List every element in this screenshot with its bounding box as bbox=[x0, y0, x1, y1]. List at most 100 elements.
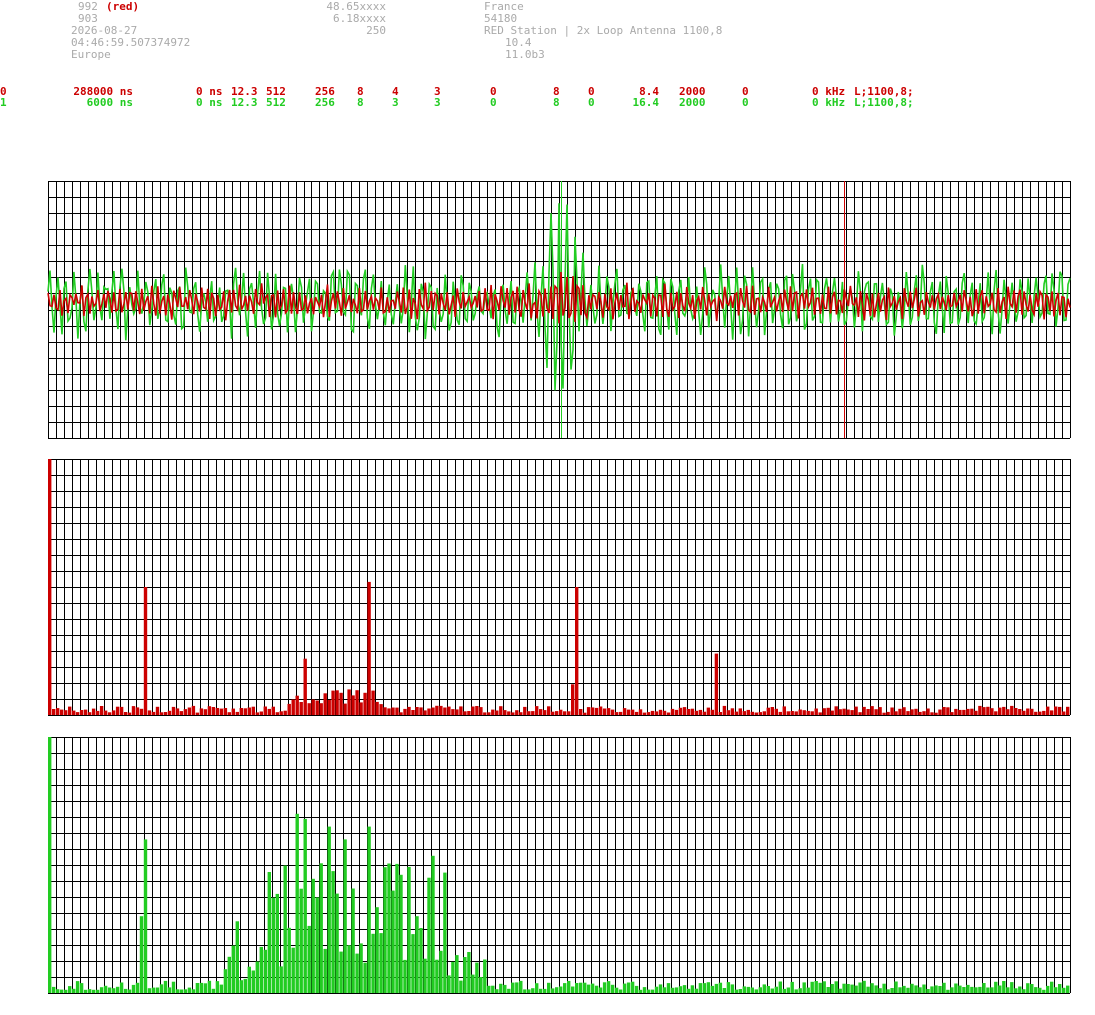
spectrum-bar bbox=[942, 982, 946, 993]
spectrum-bar bbox=[1066, 706, 1070, 715]
spectrum-bar bbox=[56, 989, 60, 993]
spectrum-bar bbox=[575, 983, 579, 993]
spectrum-bar bbox=[95, 989, 100, 993]
spectrum-bar bbox=[806, 987, 810, 993]
spectrum-bar bbox=[315, 700, 319, 715]
spectrum-bar bbox=[579, 982, 583, 993]
spectrum-bar bbox=[898, 708, 902, 715]
spectrum-bar bbox=[970, 986, 974, 993]
spectrum-bar bbox=[762, 711, 766, 715]
spectrum-bar bbox=[195, 983, 200, 993]
spectrum-bar bbox=[347, 945, 351, 993]
spectrum-bar bbox=[311, 878, 315, 993]
spectrum-bar bbox=[930, 986, 934, 993]
spectrum-bar bbox=[515, 982, 519, 993]
spectrum-bar bbox=[68, 986, 72, 993]
spectrum-bar bbox=[275, 712, 279, 715]
spectrum-bar bbox=[355, 690, 359, 715]
spectrum-bar bbox=[882, 712, 886, 715]
spectrum-bar bbox=[738, 708, 742, 715]
spectrum-bar bbox=[906, 711, 910, 715]
spectrum-bar bbox=[1038, 987, 1042, 993]
spectrum-bar bbox=[1042, 710, 1046, 715]
spectrum-bar bbox=[826, 707, 830, 715]
spectrum-bar bbox=[854, 985, 858, 993]
spectrum-bar bbox=[710, 985, 715, 993]
spectrum-bar bbox=[722, 705, 727, 715]
spectrum-bar bbox=[255, 961, 259, 993]
spectrum-bar bbox=[451, 709, 455, 715]
spectrum-bar bbox=[694, 710, 699, 715]
spectrum-bar bbox=[1062, 711, 1066, 715]
spectrum-bar bbox=[974, 987, 978, 993]
spectrum-bar bbox=[770, 988, 774, 993]
spectrum-bar bbox=[1030, 984, 1034, 993]
spectrum-bar bbox=[295, 813, 299, 993]
spectrum-bar bbox=[459, 980, 463, 993]
spectrum-bar bbox=[786, 987, 790, 993]
spectrum-bar bbox=[263, 706, 267, 715]
spectrum-bar bbox=[191, 705, 196, 715]
spectrum-bar bbox=[1002, 706, 1006, 715]
spectrum-bar bbox=[243, 978, 247, 993]
spectrum-bar bbox=[678, 707, 683, 715]
spectrum-bar bbox=[1046, 706, 1050, 715]
spectrum-bar bbox=[291, 699, 295, 715]
spectrum-bar bbox=[563, 983, 567, 993]
spectrum-bar bbox=[79, 710, 84, 715]
spectrum-bar bbox=[594, 707, 599, 715]
spectrum-bar bbox=[586, 984, 591, 993]
spectrum-bar bbox=[690, 708, 695, 715]
spectrum-bar bbox=[630, 981, 635, 993]
spectrum-bar bbox=[638, 989, 643, 993]
spectrum-bar bbox=[1054, 706, 1058, 715]
spectrum-bar bbox=[131, 984, 136, 993]
spectrum-bar bbox=[375, 907, 379, 993]
spectrum-bar bbox=[495, 989, 499, 993]
spectrum-bar bbox=[447, 706, 451, 715]
spectrum-bar bbox=[814, 981, 818, 993]
spectrum-bar bbox=[491, 985, 495, 993]
spectrum-bar bbox=[734, 989, 739, 993]
spectrum-bar bbox=[359, 943, 363, 993]
spectrum-bar bbox=[75, 712, 80, 715]
spectrum-bar bbox=[423, 710, 427, 715]
spectrum-bar bbox=[379, 704, 383, 715]
spectrum-bar bbox=[515, 710, 519, 715]
spectrum-bar bbox=[1046, 985, 1050, 993]
spectrum-bar bbox=[770, 707, 774, 715]
spectrum-bar bbox=[738, 989, 742, 993]
spectrum-bar bbox=[463, 957, 467, 993]
spectrum-bar bbox=[483, 959, 487, 993]
spectrum-bar bbox=[387, 708, 391, 715]
spectrum-panel-red bbox=[48, 459, 1071, 716]
spectrum-bar bbox=[239, 980, 243, 993]
spectrum-bar bbox=[315, 897, 319, 993]
spectrum-bar bbox=[415, 707, 419, 715]
spectrum-bar bbox=[195, 712, 200, 715]
spectrum-bar bbox=[259, 711, 263, 715]
spectrum-bar bbox=[634, 985, 639, 993]
spectrum-bar bbox=[179, 989, 184, 993]
spectrum-bar bbox=[48, 737, 52, 993]
spectrum-bar bbox=[535, 706, 539, 715]
spectrum-bar bbox=[830, 710, 834, 715]
spectrum-bar bbox=[175, 989, 180, 993]
spectrum-bar bbox=[299, 702, 303, 715]
spectrum-bar bbox=[319, 863, 323, 993]
spectrum-bar bbox=[139, 708, 144, 715]
spectrum-bar bbox=[207, 706, 212, 715]
spectrum-bar bbox=[227, 956, 231, 993]
spectrum-bar bbox=[646, 989, 651, 993]
spectrum-bar bbox=[702, 711, 707, 715]
spectrum-bar bbox=[670, 708, 675, 715]
spectrum-bar bbox=[938, 986, 942, 993]
spectrum-bar bbox=[1010, 982, 1014, 993]
spectrum-bar bbox=[858, 982, 862, 993]
spectrum-bar bbox=[1002, 981, 1006, 993]
spectrum-bar bbox=[259, 946, 263, 993]
spectrum-bar bbox=[906, 987, 910, 993]
spectrum-bar bbox=[87, 712, 92, 715]
spectrum-bar bbox=[479, 977, 483, 993]
spectrum-bar bbox=[982, 983, 986, 993]
